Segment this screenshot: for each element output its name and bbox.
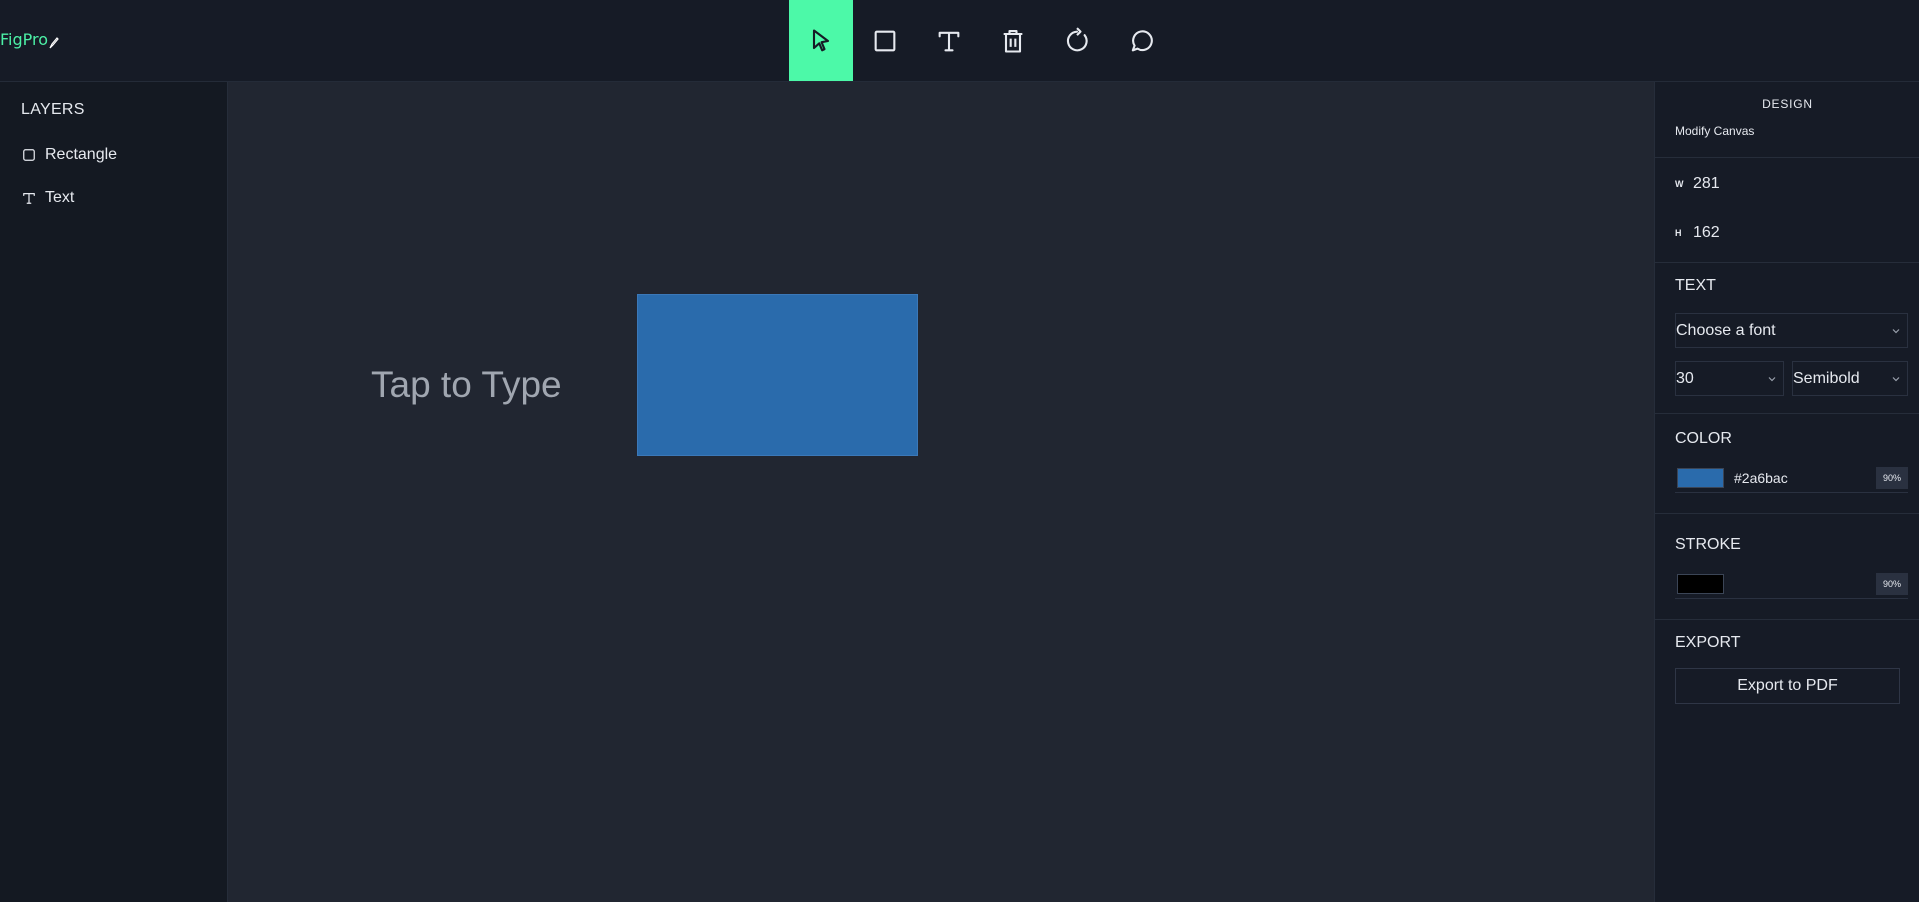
width-value[interactable]: 281 — [1693, 175, 1720, 193]
chevron-down-icon — [1892, 376, 1900, 381]
layer-item-label: Rectangle — [45, 146, 118, 163]
delete-tool-button[interactable] — [981, 0, 1045, 81]
font-size-value: 30 — [1676, 369, 1694, 387]
reset-tool-button[interactable] — [1045, 0, 1109, 81]
layer-item-text[interactable]: Text — [21, 189, 74, 207]
text-section-title: TEXT — [1675, 277, 1716, 294]
fill-color-swatch[interactable] — [1677, 467, 1724, 488]
pen-icon — [49, 34, 59, 48]
chevron-down-icon — [1768, 376, 1776, 381]
cursor-icon — [812, 28, 830, 51]
comment-icon — [1131, 29, 1153, 51]
layers-title: LAYERS — [21, 101, 85, 118]
font-family-select[interactable]: Choose a font — [1675, 313, 1908, 348]
toolbar — [789, 0, 1173, 81]
canvas-text-object[interactable]: Tap to Type — [371, 364, 562, 406]
width-label: W — [1675, 179, 1684, 189]
divider — [1655, 619, 1919, 620]
font-size-select[interactable]: 30 — [1675, 361, 1784, 396]
select-tool-button[interactable] — [789, 0, 853, 81]
layer-item-rectangle[interactable]: Rectangle — [21, 146, 117, 164]
rectangle-tool-button[interactable] — [853, 0, 917, 81]
width-field[interactable]: W 281 — [1675, 175, 1720, 193]
height-field[interactable]: H 162 — [1675, 224, 1720, 242]
logo-text: FigPro — [0, 30, 49, 49]
top-bar: FigPro — [0, 0, 1919, 82]
stroke-opacity[interactable]: 90% — [1876, 572, 1908, 595]
fill-color-row: #2a6bac 90% — [1675, 463, 1908, 493]
text-tool-button[interactable] — [917, 0, 981, 81]
font-family-value: Choose a font — [1676, 321, 1776, 339]
text-icon — [938, 31, 960, 51]
design-title: DESIGN — [1762, 97, 1813, 111]
comment-tool-button[interactable] — [1109, 0, 1173, 81]
font-weight-value: Semibold — [1793, 369, 1860, 387]
font-weight-select[interactable]: Semibold — [1792, 361, 1908, 396]
stroke-color-row: 90% — [1675, 569, 1908, 599]
divider — [1655, 413, 1919, 414]
divider — [1655, 262, 1919, 263]
export-pdf-button[interactable]: Export to PDF — [1675, 668, 1900, 704]
logo: FigPro — [0, 30, 59, 49]
reset-icon — [1066, 26, 1088, 51]
height-label: H — [1675, 228, 1682, 238]
canvas-rectangle-object[interactable] — [637, 294, 918, 456]
trash-icon — [1003, 29, 1023, 53]
stroke-section-title: STROKE — [1675, 536, 1741, 553]
rectangle-icon — [874, 30, 896, 51]
divider — [1655, 513, 1919, 514]
fill-opacity[interactable]: 90% — [1876, 466, 1908, 489]
design-panel: DESIGN Modify Canvas W 281 H 162 TEXT Ch… — [1654, 82, 1919, 902]
fill-color-hex[interactable]: #2a6bac — [1734, 470, 1876, 486]
divider — [1655, 157, 1919, 158]
color-section-title: COLOR — [1675, 430, 1732, 447]
canvas[interactable]: Tap to Type — [228, 82, 1654, 902]
export-section-title: EXPORT — [1675, 634, 1741, 651]
height-value[interactable]: 162 — [1693, 224, 1720, 242]
chevron-down-icon — [1892, 328, 1900, 333]
layer-item-label: Text — [45, 189, 75, 206]
modify-canvas-label: Modify Canvas — [1675, 124, 1755, 138]
layers-panel: LAYERS Rectangle Text — [0, 82, 228, 902]
stroke-color-swatch[interactable] — [1677, 573, 1724, 594]
text-icon — [21, 190, 37, 206]
square-icon — [21, 147, 37, 163]
